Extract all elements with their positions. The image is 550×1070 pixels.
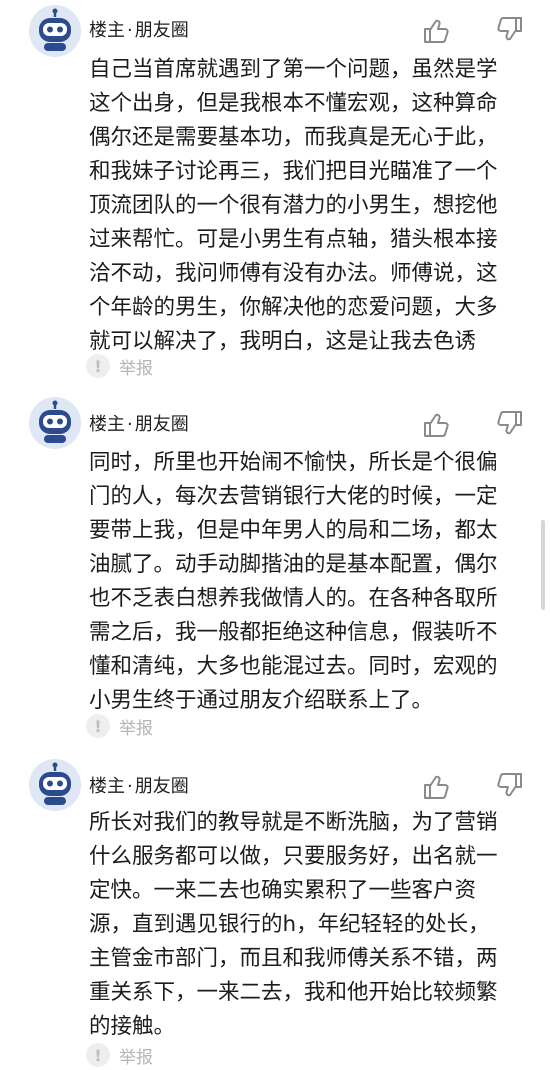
content-line: 小男生终于通过朋友介绍联系上了。: [89, 688, 434, 713]
report-button[interactable]: ! 举报: [86, 352, 153, 380]
content-line: 油腻了。动手动脚揩油的是基本配置，偶尔: [89, 552, 498, 577]
author-separator: ·: [127, 414, 133, 435]
robot-avatar-icon[interactable]: [28, 396, 82, 450]
thumbs-down-icon[interactable]: [496, 770, 526, 800]
content-line: 洽不动，我问师傅有没有办法。师傅说，这: [89, 261, 498, 286]
report-label: 举报: [119, 358, 153, 379]
content-line: 同时，所里也开始闹不愉快，所长是个很偏: [89, 450, 498, 475]
content-line: 个年龄的男生，你解决他的恋爱问题，大多: [89, 295, 498, 320]
author-name: 朋友圈: [134, 414, 189, 435]
content-line: 就可以解决了，我明白，这是让我去色诱: [89, 329, 477, 354]
content-line: 源，直到遇见银行的h，年纪轻轻的处长，: [89, 912, 490, 937]
post-author: 楼主 · 朋友圈: [89, 775, 189, 799]
post-content: 所长对我们的教导就是不断洗脑，为了营销 什么服务都可以做，只要服务好，出名就一 …: [89, 806, 529, 1044]
exclamation-circle-icon: !: [86, 354, 110, 378]
thumbs-up-icon[interactable]: [420, 410, 450, 440]
content-line: 需之后，我一般都拒绝这种信息，假装听不: [89, 620, 498, 645]
thumbs-up-icon[interactable]: [420, 772, 450, 802]
content-line: 过来帮忙。可是小男生有点轴，猎头根本接: [89, 227, 498, 252]
content-line: 所长对我们的教导就是不断洗脑，为了营销: [89, 810, 498, 835]
author-name: 朋友圈: [134, 776, 189, 797]
post-content: 同时，所里也开始闹不愉快，所长是个很偏 门的人，每次去营销银行大佬的时候，一定 …: [89, 446, 529, 718]
report-button[interactable]: ! 举报: [86, 712, 153, 740]
content-line: 定快。一来二去也确实累积了一些客户资: [89, 878, 477, 903]
content-line: 自己当首席就遇到了第一个问题，虽然是学: [89, 57, 498, 82]
content-line: 这个出身，但是我根本不懂宏观，这种算命: [89, 91, 498, 116]
content-line: 重关系下，一来二去，我和他开始比较频繁: [89, 980, 498, 1005]
author-role: 楼主: [89, 776, 125, 797]
content-line: 要带上我，但是中年男人的局和二场，都太: [89, 518, 498, 543]
author-separator: ·: [127, 20, 133, 41]
content-line: 也不乏表白想养我做情人的。在各种各取所: [89, 586, 498, 611]
thumbs-down-icon[interactable]: [496, 408, 526, 438]
author-name: 朋友圈: [134, 20, 189, 41]
robot-avatar-icon[interactable]: [28, 758, 82, 812]
thumbs-up-icon[interactable]: [420, 16, 450, 46]
content-line: 什么服务都可以做，只要服务好，出名就一: [89, 844, 498, 869]
report-button[interactable]: ! 举报: [86, 1041, 153, 1069]
post-author: 楼主 · 朋友圈: [89, 19, 189, 43]
report-label: 举报: [119, 1047, 153, 1068]
content-line: 偶尔还是需要基本功，而我真是无心于此，: [89, 125, 498, 150]
exclamation-circle-icon: !: [86, 714, 110, 738]
exclamation-circle-icon: !: [86, 1043, 110, 1067]
content-line: 的接触。: [89, 1014, 176, 1039]
post-content: 自己当首席就遇到了第一个问题，虽然是学 这个出身，但是我根本不懂宏观，这种算命 …: [89, 53, 529, 359]
post-author: 楼主 · 朋友圈: [89, 413, 189, 437]
content-line: 门的人，每次去营销银行大佬的时候，一定: [89, 484, 498, 509]
content-line: 懂和清纯，大多也能混过去。同时，宏观的: [89, 654, 498, 679]
thumbs-down-icon[interactable]: [496, 14, 526, 44]
author-role: 楼主: [89, 20, 125, 41]
author-role: 楼主: [89, 414, 125, 435]
robot-avatar-icon[interactable]: [28, 4, 82, 58]
content-line: 顶流团队的一个很有潜力的小男生，想挖他: [89, 193, 498, 218]
scrollbar[interactable]: [541, 520, 545, 610]
content-line: 主管金市部门，而且和我师傅关系不错，两: [89, 946, 498, 971]
author-separator: ·: [127, 776, 133, 797]
report-label: 举报: [119, 718, 153, 739]
content-line: 和我妹子讨论再三，我们把目光瞄准了一个: [89, 159, 498, 184]
